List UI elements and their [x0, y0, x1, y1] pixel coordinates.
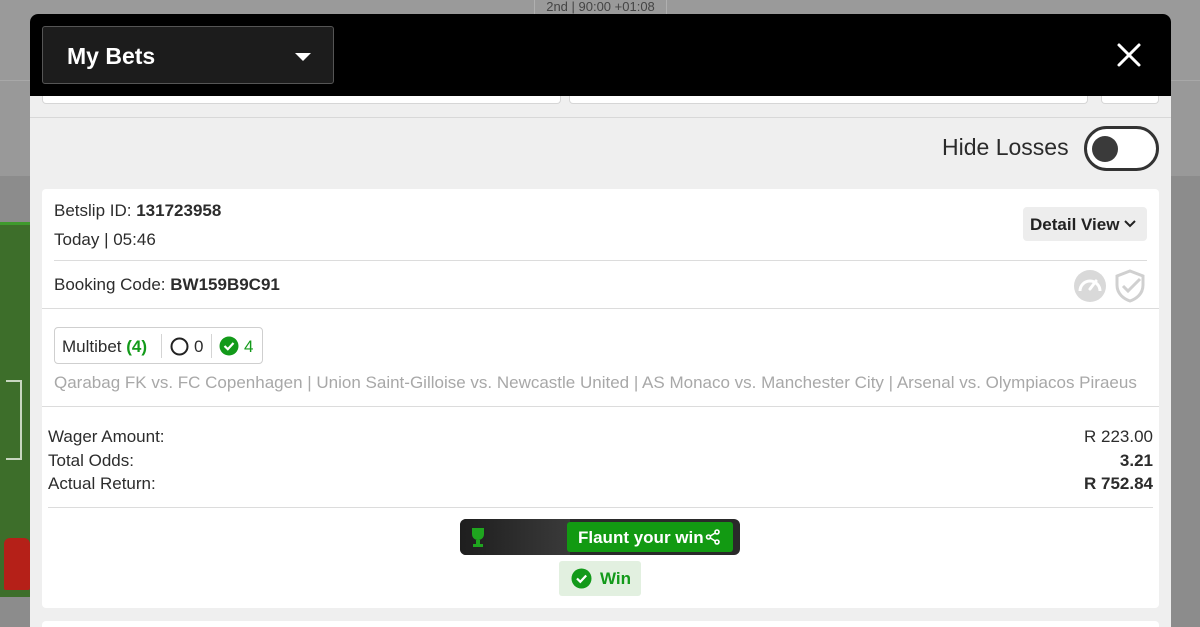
status-badge: Win: [559, 561, 641, 596]
bets-type-dropdown[interactable]: My Bets: [42, 26, 334, 84]
chevron-down-icon: [295, 53, 311, 61]
check-circle-icon: [219, 336, 239, 356]
multibet-count: (4): [126, 337, 148, 356]
separator: [161, 334, 162, 358]
share-icon: [705, 529, 720, 545]
wager-amount-label: Wager Amount:: [48, 427, 165, 446]
chevron-down-icon: [1124, 220, 1136, 228]
circle-open-icon: [170, 337, 189, 356]
dropdown-label: My Bets: [67, 43, 156, 69]
hide-losses-label: Hide Losses: [942, 134, 1069, 160]
actual-return-label: Actual Return:: [48, 474, 156, 493]
total-odds-label: Total Odds:: [48, 451, 134, 470]
filter-field-3[interactable]: [1101, 96, 1159, 104]
betslip-id-value: 131723958: [136, 201, 222, 220]
filter-field-1[interactable]: [42, 96, 561, 104]
status-label: Win: [600, 569, 632, 588]
betslip-id-row: Betslip ID: 131723958: [54, 201, 221, 221]
cashout-gauge-icon[interactable]: [1073, 269, 1107, 303]
won-legs-count: 4: [244, 337, 254, 356]
detail-view-button[interactable]: Detail View: [1023, 207, 1147, 241]
separator: [211, 334, 212, 358]
divider: [42, 406, 1159, 407]
multibet-label-group: Multibet (4): [62, 337, 147, 357]
filter-fields: [30, 96, 1171, 118]
shield-check-icon[interactable]: [1114, 269, 1146, 303]
booking-code-label: Booking Code:: [54, 275, 166, 294]
hide-losses-toggle[interactable]: [1084, 126, 1159, 171]
player-graphic: [4, 538, 30, 590]
pitch-edge: [0, 222, 30, 225]
total-odds-value: 3.21: [1119, 451, 1153, 470]
divider: [54, 260, 1147, 261]
wager-amount-value: R 223.00: [1084, 427, 1153, 446]
actual-return-value: R 752.84: [1084, 474, 1153, 493]
open-legs-count: 0: [194, 337, 204, 356]
bet-card: Betslip ID: 131723958 Today | 05:46 Deta…: [42, 189, 1159, 608]
my-bets-modal: My Bets Hide Losses Betslip ID: 13172395…: [30, 14, 1171, 627]
next-bet-card: [42, 621, 1159, 627]
match-clock: 2nd | 90:00 +01:08: [534, 0, 667, 15]
match-list: Qarabag FK vs. FC Copenhagen | Union Sai…: [54, 373, 1137, 392]
detail-view-label: Detail View: [1030, 215, 1120, 234]
multibet-label: Multibet: [62, 337, 122, 356]
booking-code-row: Booking Code: BW159B9C91: [54, 275, 280, 295]
flaunt-win-label: Flaunt your win: [578, 528, 704, 547]
check-circle-icon: [571, 568, 592, 589]
filter-field-2[interactable]: [569, 96, 1088, 104]
booking-code-value: BW159B9C91: [170, 275, 280, 294]
goal-graphic: [6, 380, 22, 460]
flaunt-win-button[interactable]: Flaunt your win: [567, 522, 733, 552]
toggle-knob: [1092, 136, 1118, 162]
divider: [42, 308, 1159, 309]
flaunt-win-banner[interactable]: Flaunt your win: [460, 519, 740, 555]
betslip-id-label: Betslip ID:: [54, 201, 132, 220]
trophy-icon: [472, 528, 484, 547]
close-icon: [1117, 43, 1141, 67]
close-button[interactable]: [1114, 38, 1144, 72]
bet-datetime: Today | 05:46: [54, 230, 156, 249]
multibet-summary: Multibet (4) 0 4: [54, 327, 263, 364]
modal-header: My Bets: [30, 14, 1171, 96]
divider: [48, 507, 1153, 508]
filter-divider: [30, 117, 1171, 118]
